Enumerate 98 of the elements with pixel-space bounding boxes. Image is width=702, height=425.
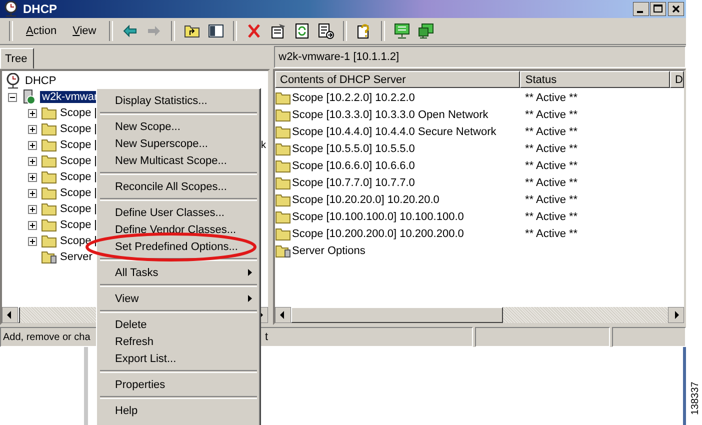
server-icon	[21, 89, 37, 105]
menu-item[interactable]: Define Vendor Classes...	[115, 224, 236, 236]
delete-icon[interactable]	[246, 23, 262, 39]
app-icon	[2, 1, 20, 17]
tree-item[interactable]: Server	[60, 251, 92, 263]
status-cell-text: ** Active **	[525, 210, 579, 222]
menu-item[interactable]: New Multicast Scope...	[115, 154, 227, 166]
folder-icon	[275, 158, 291, 172]
list-item[interactable]: Server Options	[292, 244, 366, 256]
menu-item[interactable]: View	[66, 23, 102, 39]
folder-icon	[275, 90, 291, 104]
menu-item[interactable]: New Superscope...	[115, 138, 208, 150]
scroll-right-icon[interactable]	[668, 307, 684, 323]
folder-icon	[275, 108, 291, 122]
folder-icon	[275, 192, 291, 206]
status-cell-text: ** Active **	[525, 194, 579, 206]
folder-icon	[275, 210, 291, 224]
minimize-button[interactable]	[633, 2, 649, 16]
menu-item[interactable]: View	[115, 292, 139, 304]
folder-icon	[41, 122, 57, 136]
properties-icon[interactable]	[270, 23, 286, 39]
list-item[interactable]: Scope [10.3.3.0] 10.3.3.0 Open Network	[292, 108, 488, 120]
status-cell-text: ** Active **	[525, 92, 579, 104]
folder-icon	[41, 170, 57, 184]
column-header[interactable]: D	[670, 71, 684, 88]
folder-server-icon	[41, 250, 57, 264]
folder-up-icon[interactable]	[184, 23, 200, 39]
export-list-icon[interactable]	[318, 23, 334, 39]
menu-item[interactable]: Delete	[115, 318, 147, 330]
expand-icon[interactable]	[28, 236, 37, 246]
tree-item-text: k	[261, 140, 266, 150]
folder-icon	[275, 142, 291, 156]
folder-icon	[275, 226, 291, 240]
status-cell-text: ** Active **	[525, 160, 579, 172]
back-arrow-icon[interactable]	[122, 23, 138, 39]
refresh-icon[interactable]	[294, 23, 310, 39]
expand-icon[interactable]	[28, 172, 37, 182]
tree-item[interactable]: DHCP	[25, 75, 56, 87]
server-header: w2k-vmware-1 [10.1.1.2]	[274, 46, 686, 68]
folder-icon	[41, 106, 57, 120]
expand-icon[interactable]	[28, 220, 37, 230]
status-cell-text: ** Active **	[525, 176, 579, 188]
menu-item[interactable]: Set Predefined Options...	[115, 240, 238, 252]
menu-item[interactable]: Properties	[115, 378, 166, 390]
status-text: Add, remove or cha	[3, 332, 90, 342]
list-item[interactable]: Scope [10.6.6.0] 10.6.6.0	[292, 160, 415, 172]
folder-icon	[41, 202, 57, 216]
submenu-arrow-icon	[248, 269, 252, 276]
folder-icon	[41, 234, 57, 248]
menu-item[interactable]: All Tasks	[115, 266, 158, 278]
figure-number: 138337	[690, 382, 701, 415]
monitors-icon[interactable]	[418, 23, 434, 39]
column-header[interactable]: Contents of DHCP Server	[275, 71, 520, 88]
menu-item[interactable]: Display Statistics...	[115, 94, 208, 106]
expand-icon[interactable]	[28, 124, 37, 134]
menu-item[interactable]: Export List...	[115, 352, 176, 364]
column-header[interactable]: Status	[520, 71, 670, 88]
expand-icon[interactable]	[28, 156, 37, 166]
collapse-icon[interactable]	[8, 92, 17, 102]
menu-item[interactable]: New Scope...	[115, 120, 180, 132]
list-item[interactable]: Scope [10.200.200.0] 10.200.200.0	[292, 228, 464, 240]
folder-server-icon	[275, 244, 291, 258]
folder-icon	[41, 186, 57, 200]
window-title: DHCP	[23, 2, 58, 16]
status-text: t	[264, 331, 268, 343]
pane-toggle-icon[interactable]	[208, 23, 224, 39]
list-item[interactable]: Scope [10.5.5.0] 10.5.5.0	[292, 142, 415, 154]
monitor-icon[interactable]	[394, 23, 410, 39]
status-cell-text: ** Active **	[525, 228, 579, 240]
menu-item[interactable]: Reconcile All Scopes...	[115, 180, 227, 192]
menu-item[interactable]: Refresh	[115, 336, 154, 348]
folder-icon	[41, 154, 57, 168]
list-item[interactable]: Scope [10.100.100.0] 10.100.100.0	[292, 210, 464, 222]
expand-icon[interactable]	[28, 188, 37, 198]
list-item[interactable]: Scope [10.4.4.0] 10.4.4.0 Secure Network	[292, 126, 496, 138]
submenu-arrow-icon	[248, 295, 252, 302]
scroll-left-icon[interactable]	[275, 307, 291, 323]
menu-item[interactable]: Define User Classes...	[115, 206, 224, 218]
menu-item[interactable]: Help	[115, 404, 138, 416]
status-cell-text: ** Active **	[525, 108, 579, 120]
close-button[interactable]	[668, 2, 684, 16]
list-item[interactable]: Scope [10.2.2.0] 10.2.2.0	[292, 92, 415, 104]
status-cell-text: ** Active **	[525, 126, 579, 138]
expand-icon[interactable]	[28, 204, 37, 214]
expand-icon[interactable]	[28, 108, 37, 118]
tree-tab[interactable]: Tree	[0, 48, 34, 69]
folder-icon	[275, 176, 291, 190]
expand-icon[interactable]	[28, 140, 37, 150]
status-cell-text: ** Active **	[525, 142, 579, 154]
folder-icon	[275, 124, 291, 138]
list-item[interactable]: Scope [10.20.20.0] 10.20.20.0	[292, 194, 440, 206]
clock-computer-icon	[4, 73, 22, 89]
folder-icon	[41, 218, 57, 232]
maximize-button[interactable]	[650, 2, 666, 16]
menu-item[interactable]: Action	[20, 23, 63, 39]
folder-icon	[41, 138, 57, 152]
scroll-left-icon[interactable]	[2, 307, 18, 323]
list-item[interactable]: Scope [10.7.7.0] 10.7.7.0	[292, 176, 415, 188]
